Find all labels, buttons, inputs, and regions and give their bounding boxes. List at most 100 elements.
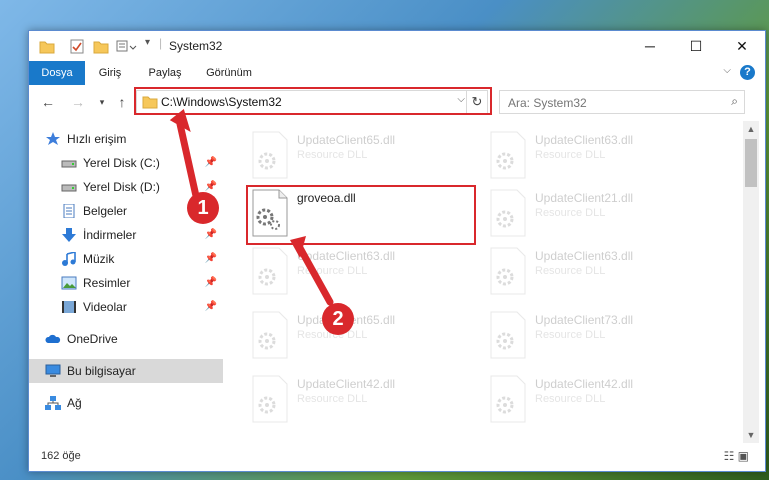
sidebar-item-network[interactable]: Ağ [29,391,223,415]
sidebar-item-label: İndirmeler [83,228,137,242]
tab-home[interactable]: Giriş [87,61,133,85]
qa-dropdown-icon[interactable]: ▾ [145,37,150,48]
title-bar: ▾ | System32 ─ ☐ ✕ [29,31,765,61]
sidebar-item-label: Resimler [83,276,131,290]
sidebar-item-label: Bu bilgisayar [67,364,136,378]
pin-icon[interactable]: 📌 [205,151,217,175]
sidebar-item-label: Hızlı erişim [67,132,127,146]
drive-icon [61,184,77,192]
customize-toolbar-icon[interactable] [115,37,139,55]
search-box[interactable]: ⌕ [499,90,745,114]
sidebar-item-label: OneDrive [67,332,118,346]
forward-arrow-icon[interactable]: → [67,91,89,113]
view-toggle-icons[interactable]: ☷ ▣ [724,449,749,463]
dll-file-icon [252,375,288,423]
file-name: UpdateClient73.dll [535,313,634,327]
maximize-button[interactable]: ☐ [673,31,719,61]
search-input[interactable] [506,94,710,112]
drive-icon [61,160,77,168]
up-arrow-icon[interactable]: ↑ [111,91,133,113]
tab-view[interactable]: Görünüm [197,61,261,85]
sidebar-item-music[interactable]: Müzik 📌 [29,247,223,271]
dll-file-icon [252,311,288,359]
file-description: Resource DLL [535,329,606,341]
file-description: Resource DLL [297,265,368,277]
sidebar-item-pictures[interactable]: Resimler 📌 [29,271,223,295]
file-name: UpdateClient65.dll [297,133,396,147]
file-item[interactable]: UpdateClient42.dll Resource DLL [489,371,714,429]
pin-icon[interactable]: 📌 [205,295,217,319]
navigation-pane: Hızlı erişim Yerel Disk (C:) 📌 Yerel Dis… [29,121,223,443]
back-arrow-icon[interactable]: ← [37,91,59,113]
sidebar-item-downloads[interactable]: İndirmeler 📌 [29,223,223,247]
pictures-icon [61,276,77,290]
sidebar-item-videos[interactable]: Videolar 📌 [29,295,223,319]
window-title: System32 [169,39,223,53]
pin-icon[interactable]: 📌 [205,223,217,247]
scroll-down-icon[interactable]: ▼ [743,427,759,443]
pin-icon[interactable]: 📌 [205,247,217,271]
star-icon [46,132,60,145]
file-item[interactable]: UpdateClient65.dll Resource DLL [251,307,476,365]
step-2-marker: 2 [322,303,354,335]
file-item[interactable]: UpdateClient63.dll Resource DLL [489,127,714,185]
music-icon [62,252,76,266]
file-description: Resource DLL [535,393,606,405]
dll-file-icon [252,247,288,295]
file-name: UpdateClient42.dll [535,377,634,391]
file-item[interactable]: UpdateClient63.dll Resource DLL [489,243,714,301]
title-divider: | [159,36,163,50]
network-icon [45,396,61,410]
address-bar-highlight [134,87,492,115]
documents-icon [63,204,75,218]
dll-file-icon [490,189,526,237]
ribbon: Dosya Giriş Paylaş Görünüm ⌵ ? [29,61,765,119]
dll-file-icon [490,311,526,359]
file-item[interactable]: UpdateClient21.dll Resource DLL [489,185,714,243]
dll-file-icon [490,375,526,423]
file-highlight [246,185,476,245]
scroll-up-icon[interactable]: ▲ [743,121,759,137]
tab-share[interactable]: Paylaş [137,61,193,85]
new-folder-icon[interactable] [93,37,109,55]
file-item[interactable]: UpdateClient63.dll Resource DLL [251,243,476,301]
computer-icon [45,364,61,377]
sidebar-item-onedrive[interactable]: OneDrive [29,327,223,351]
file-item[interactable]: UpdateClient65.dll Resource DLL [251,127,476,185]
close-button[interactable]: ✕ [719,31,765,61]
sidebar-item-local-disk-c[interactable]: Yerel Disk (C:) 📌 [29,151,223,175]
status-bar: 162 öğe ☷ ▣ [29,443,765,471]
pin-icon[interactable]: 📌 [205,271,217,295]
vertical-scrollbar[interactable]: ▲ ▼ [743,121,759,443]
scroll-thumb[interactable] [745,139,757,187]
file-view: UpdateClient65.dll Resource DLL UpdateCl… [225,121,751,443]
file-name: UpdateClient42.dll [297,377,396,391]
properties-icon[interactable] [69,37,85,55]
expand-ribbon-icon[interactable]: ⌵ [723,65,731,76]
file-name: UpdateClient63.dll [535,249,634,263]
file-description: Resource DLL [535,149,606,161]
sidebar-item-label: Müzik [83,252,115,266]
minimize-button[interactable]: ─ [627,31,673,61]
recent-locations-icon[interactable]: ▾ [91,91,113,113]
file-item[interactable]: UpdateClient42.dll Resource DLL [251,371,476,429]
file-name: UpdateClient63.dll [535,133,634,147]
sidebar-item-quick-access[interactable]: Hızlı erişim [29,127,223,151]
folder-icon [39,41,55,54]
dll-file-icon [490,247,526,295]
sidebar-item-label: Yerel Disk (D:) [83,180,160,194]
sidebar-item-label: Ağ [67,396,82,410]
dll-file-icon [252,131,288,179]
help-icon[interactable]: ? [740,65,755,80]
download-icon [62,228,76,242]
sidebar-item-label: Yerel Disk (C:) [83,156,160,170]
sidebar-item-label: Videolar [83,300,127,314]
file-item[interactable]: UpdateClient73.dll Resource DLL [489,307,714,365]
file-description: Resource DLL [535,265,606,277]
dll-file-icon [490,131,526,179]
file-name: UpdateClient21.dll [535,191,634,205]
sidebar-item-this-pc[interactable]: Bu bilgisayar [29,359,223,383]
file-description: Resource DLL [535,207,606,219]
step-1-marker: 1 [187,192,219,224]
search-icon[interactable]: ⌕ [731,94,738,109]
